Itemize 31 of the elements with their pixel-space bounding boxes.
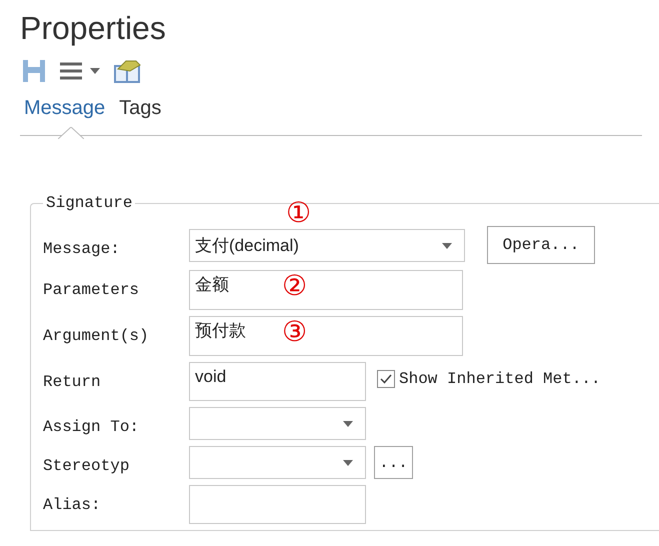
window-title: Properties xyxy=(20,9,167,48)
annotation-number: ① xyxy=(286,199,311,227)
input-field[interactable]: void xyxy=(189,362,366,401)
dropdown-field[interactable] xyxy=(189,446,366,479)
annotation-number: ② xyxy=(282,272,307,300)
check-icon xyxy=(380,374,392,384)
checkbox-label: Show Inherited Met... xyxy=(399,369,601,390)
caret-icon xyxy=(343,460,353,466)
field-label: Parameters xyxy=(42,280,140,301)
field-label: Stereotyp xyxy=(42,456,130,477)
menu-button[interactable] xyxy=(60,62,100,80)
operations-button[interactable]: Opera... xyxy=(487,226,595,264)
caret-icon xyxy=(90,68,100,74)
menu-icon xyxy=(60,62,82,80)
input-field[interactable] xyxy=(189,485,366,524)
hand-book-icon[interactable] xyxy=(114,59,142,83)
field-label: Return xyxy=(42,372,102,393)
dropdown-field[interactable] xyxy=(189,407,366,440)
field-label: Assign To: xyxy=(42,417,140,438)
field-label: Argument(s) xyxy=(42,326,150,347)
checkbox[interactable] xyxy=(377,370,395,388)
field-label: Alias: xyxy=(42,495,102,516)
tab[interactable]: Tags xyxy=(119,94,162,122)
tab[interactable]: Message xyxy=(24,94,106,122)
annotation-number: ③ xyxy=(282,318,307,346)
browse-button[interactable]: ... xyxy=(374,446,413,479)
group-title: Signature xyxy=(45,193,134,214)
field-label: Message: xyxy=(42,239,121,260)
caret-icon xyxy=(442,242,452,248)
caret-icon xyxy=(343,420,353,426)
dropdown-field[interactable]: 支付(decimal) xyxy=(189,229,465,262)
